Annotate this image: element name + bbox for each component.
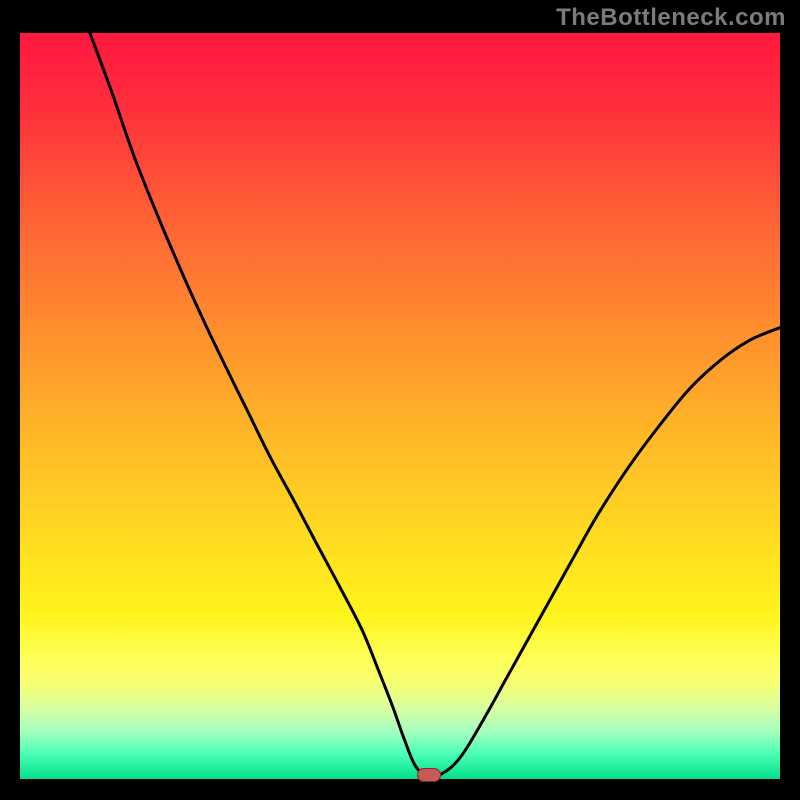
chart-svg — [20, 33, 780, 779]
gradient-background — [20, 33, 780, 779]
chart-frame: TheBottleneck.com — [0, 0, 800, 800]
plot-area — [20, 33, 780, 779]
optimum-marker — [417, 768, 441, 782]
watermark-text: TheBottleneck.com — [556, 4, 786, 32]
